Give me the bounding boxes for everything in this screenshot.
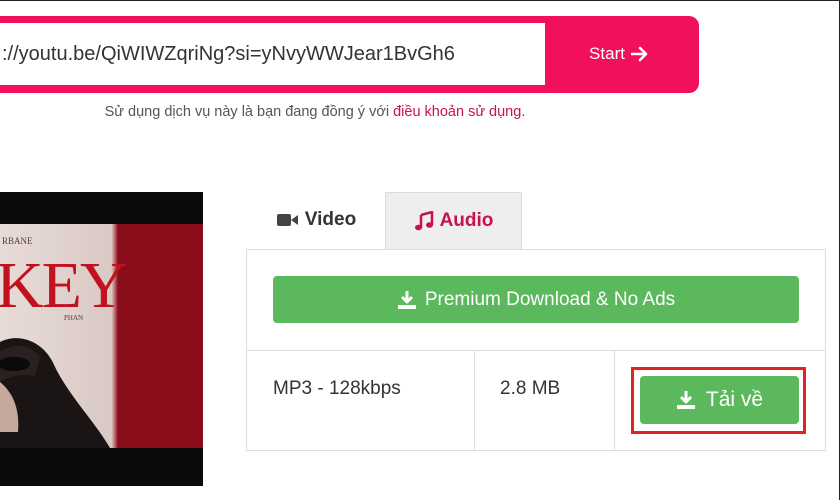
premium-download-button[interactable]: Premium Download & No Ads <box>273 276 799 323</box>
thumbnail-title-text: KEY <box>0 249 126 322</box>
download-button[interactable]: Tải về <box>640 376 799 424</box>
tab-audio[interactable]: Audio <box>385 192 522 249</box>
start-label: Start <box>589 44 625 63</box>
thumbnail-artwork: RBANE KEY PHAN <box>0 224 203 448</box>
terms-suffix: . <box>521 104 526 120</box>
terms-notice: Sử dụng dịch vụ này là bạn đang đồng ý v… <box>0 104 630 120</box>
url-input[interactable] <box>0 23 545 85</box>
tab-video[interactable]: Video <box>248 192 385 248</box>
column-divider <box>614 351 615 450</box>
tab-video-label: Video <box>304 209 357 230</box>
video-camera-icon <box>276 214 298 226</box>
thumbnail-top-text: RBANE <box>2 236 33 246</box>
row-divider <box>247 350 825 351</box>
terms-link[interactable]: điều khoản sử dụng <box>393 104 521 120</box>
column-divider <box>474 351 475 450</box>
arrow-right-icon <box>630 46 648 62</box>
audio-format: MP3 - 128kbps <box>273 378 401 399</box>
tab-audio-label: Audio <box>439 210 494 231</box>
thumbnail-side-text: PHAN <box>64 314 83 322</box>
music-note-icon <box>414 211 433 231</box>
terms-text: Sử dụng dịch vụ này là bạn đang đồng ý v… <box>104 104 394 120</box>
frame-border-top <box>0 0 840 1</box>
download-label: Tải về <box>705 388 764 411</box>
download-icon <box>676 391 695 409</box>
start-button[interactable]: Start <box>546 23 692 85</box>
premium-label: Premium Download & No Ads <box>424 288 676 310</box>
file-size: 2.8 MB <box>500 378 561 399</box>
video-thumbnail: RBANE KEY PHAN <box>0 192 203 486</box>
download-icon <box>397 290 416 309</box>
